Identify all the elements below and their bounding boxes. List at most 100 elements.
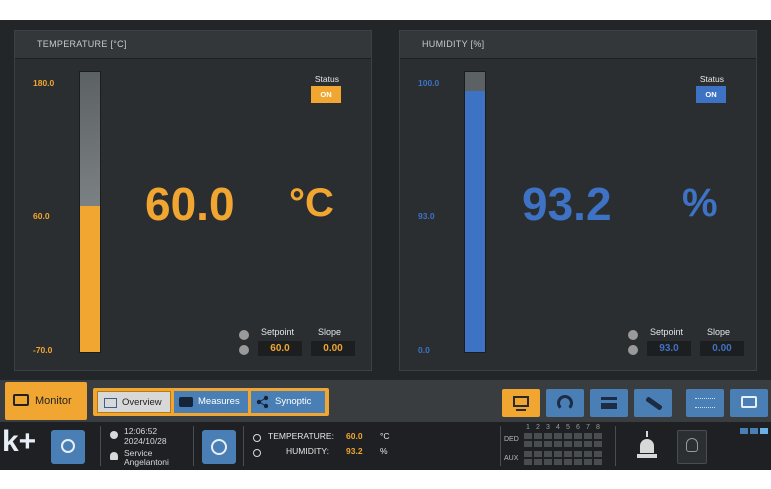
setpoint-label: Setpoint [650,327,684,337]
temperature-unit: °C [289,181,334,225]
clock-icon [110,431,118,439]
slope-dot [628,345,638,355]
monitor-stand [516,409,526,411]
temperature-value: 60.0 [145,178,235,230]
humidity-unit: % [682,181,718,225]
channel-number: 2 [536,424,540,431]
tick-max: 180.0 [33,78,55,88]
setpoint-dot [628,330,638,340]
panel-title: HUMIDITY [%] [400,31,756,59]
channel-cell [554,459,562,465]
channel-cell [594,451,602,457]
temperature-gauge [79,71,101,353]
channel-cell [584,433,592,439]
connection-indicator [740,428,770,434]
channel-cell [524,459,532,465]
status-badge[interactable]: ON [696,86,726,103]
channel-cell [564,441,572,447]
channel-number: 3 [546,424,550,431]
readout-label: TEMPERATURE: [268,431,334,441]
humidity-gauge [464,71,486,353]
tab-label: Synoptic [275,396,312,407]
monitor-icon [513,396,529,407]
readout-label: HUMIDITY: [286,446,329,456]
channel-number: 6 [576,424,580,431]
tab-bar: Overview Measures Synoptic [93,388,329,416]
tab-overview[interactable]: Overview [97,391,171,413]
channel-number: 8 [596,424,600,431]
channel-cell [594,441,602,447]
monitor-view-button[interactable] [502,389,540,417]
humidity-indicator [253,449,261,457]
panel-title: TEMPERATURE [°C] [15,31,371,59]
channel-number: 1 [526,424,530,431]
logo: k+ [2,425,37,458]
gauge-fill [80,206,100,352]
alarm-icon [634,431,660,461]
temperature-panel: TEMPERATURE [°C] 180.0 60.0 -70.0 Status… [14,30,372,371]
options-button[interactable] [686,389,724,417]
channel-cell [544,451,552,457]
channel-cell [544,441,552,447]
humidity-value: 93.2 [522,178,612,230]
tools-button[interactable] [634,389,672,417]
monitor-label: Monitor [35,395,72,407]
tab-label: Overview [122,397,162,408]
slope-dot [239,345,249,355]
monitor-icon [13,394,29,406]
date: 2024/10/28 [124,436,167,446]
readout-unit: °C [380,431,390,441]
channel-cell [534,451,542,457]
tick-min: -70.0 [33,345,53,355]
setpoint-field[interactable]: 93.0 [647,341,691,356]
channel-cell [574,441,582,447]
slope-label: Slope [318,327,342,337]
tab-label: Measures [198,396,240,407]
status-badge[interactable]: ON [311,86,341,103]
channel-cell [584,459,592,465]
synoptic-icon [256,395,270,418]
channel-cell [584,441,592,447]
channel-cell [594,459,602,465]
channel-cell [554,441,562,447]
channel-cell [584,451,592,457]
readout-value: 93.2 [346,446,363,456]
setpoint-label: Setpoint [261,327,295,337]
slope-field[interactable]: 0.00 [700,341,744,356]
gauge-fill [465,91,485,352]
wrench-icon [645,396,663,411]
tick-max: 100.0 [418,78,440,88]
menu-button[interactable] [590,389,628,417]
light-button[interactable] [677,430,707,464]
chat-button[interactable] [730,389,768,417]
slope-label: Slope [707,327,731,337]
aux-channel-grid [524,451,608,467]
refresh-button[interactable] [546,389,584,417]
timer-icon [211,439,227,455]
monitor-button[interactable]: Monitor [5,382,87,420]
user-name: Angelantoni [124,457,169,467]
lightbulb-icon [686,438,698,452]
camera-icon [179,397,193,407]
readout-value: 60.0 [346,431,363,441]
channel-cell [564,433,572,439]
setpoint-dot [239,330,249,340]
setpoint-field[interactable]: 60.0 [258,341,302,356]
tab-synoptic[interactable]: Synoptic [251,391,325,413]
timer-button[interactable] [202,430,236,464]
humidity-panel: HUMIDITY [%] 100.0 93.0 0.0 Status ON 93… [399,30,757,371]
readout-unit: % [380,446,388,456]
tick-min: 0.0 [418,345,430,355]
channel-cell [594,433,602,439]
tab-measures[interactable]: Measures [174,391,248,413]
divider [243,426,244,466]
slope-field[interactable]: 0.00 [311,341,355,356]
temperature-indicator [253,434,261,442]
ded-channel-grid [524,433,608,449]
logout-button[interactable] [51,430,85,464]
ded-label: DED [504,436,519,443]
channel-cell [574,459,582,465]
channel-cell [534,433,542,439]
channel-cell [554,451,562,457]
refresh-icon [557,395,573,411]
